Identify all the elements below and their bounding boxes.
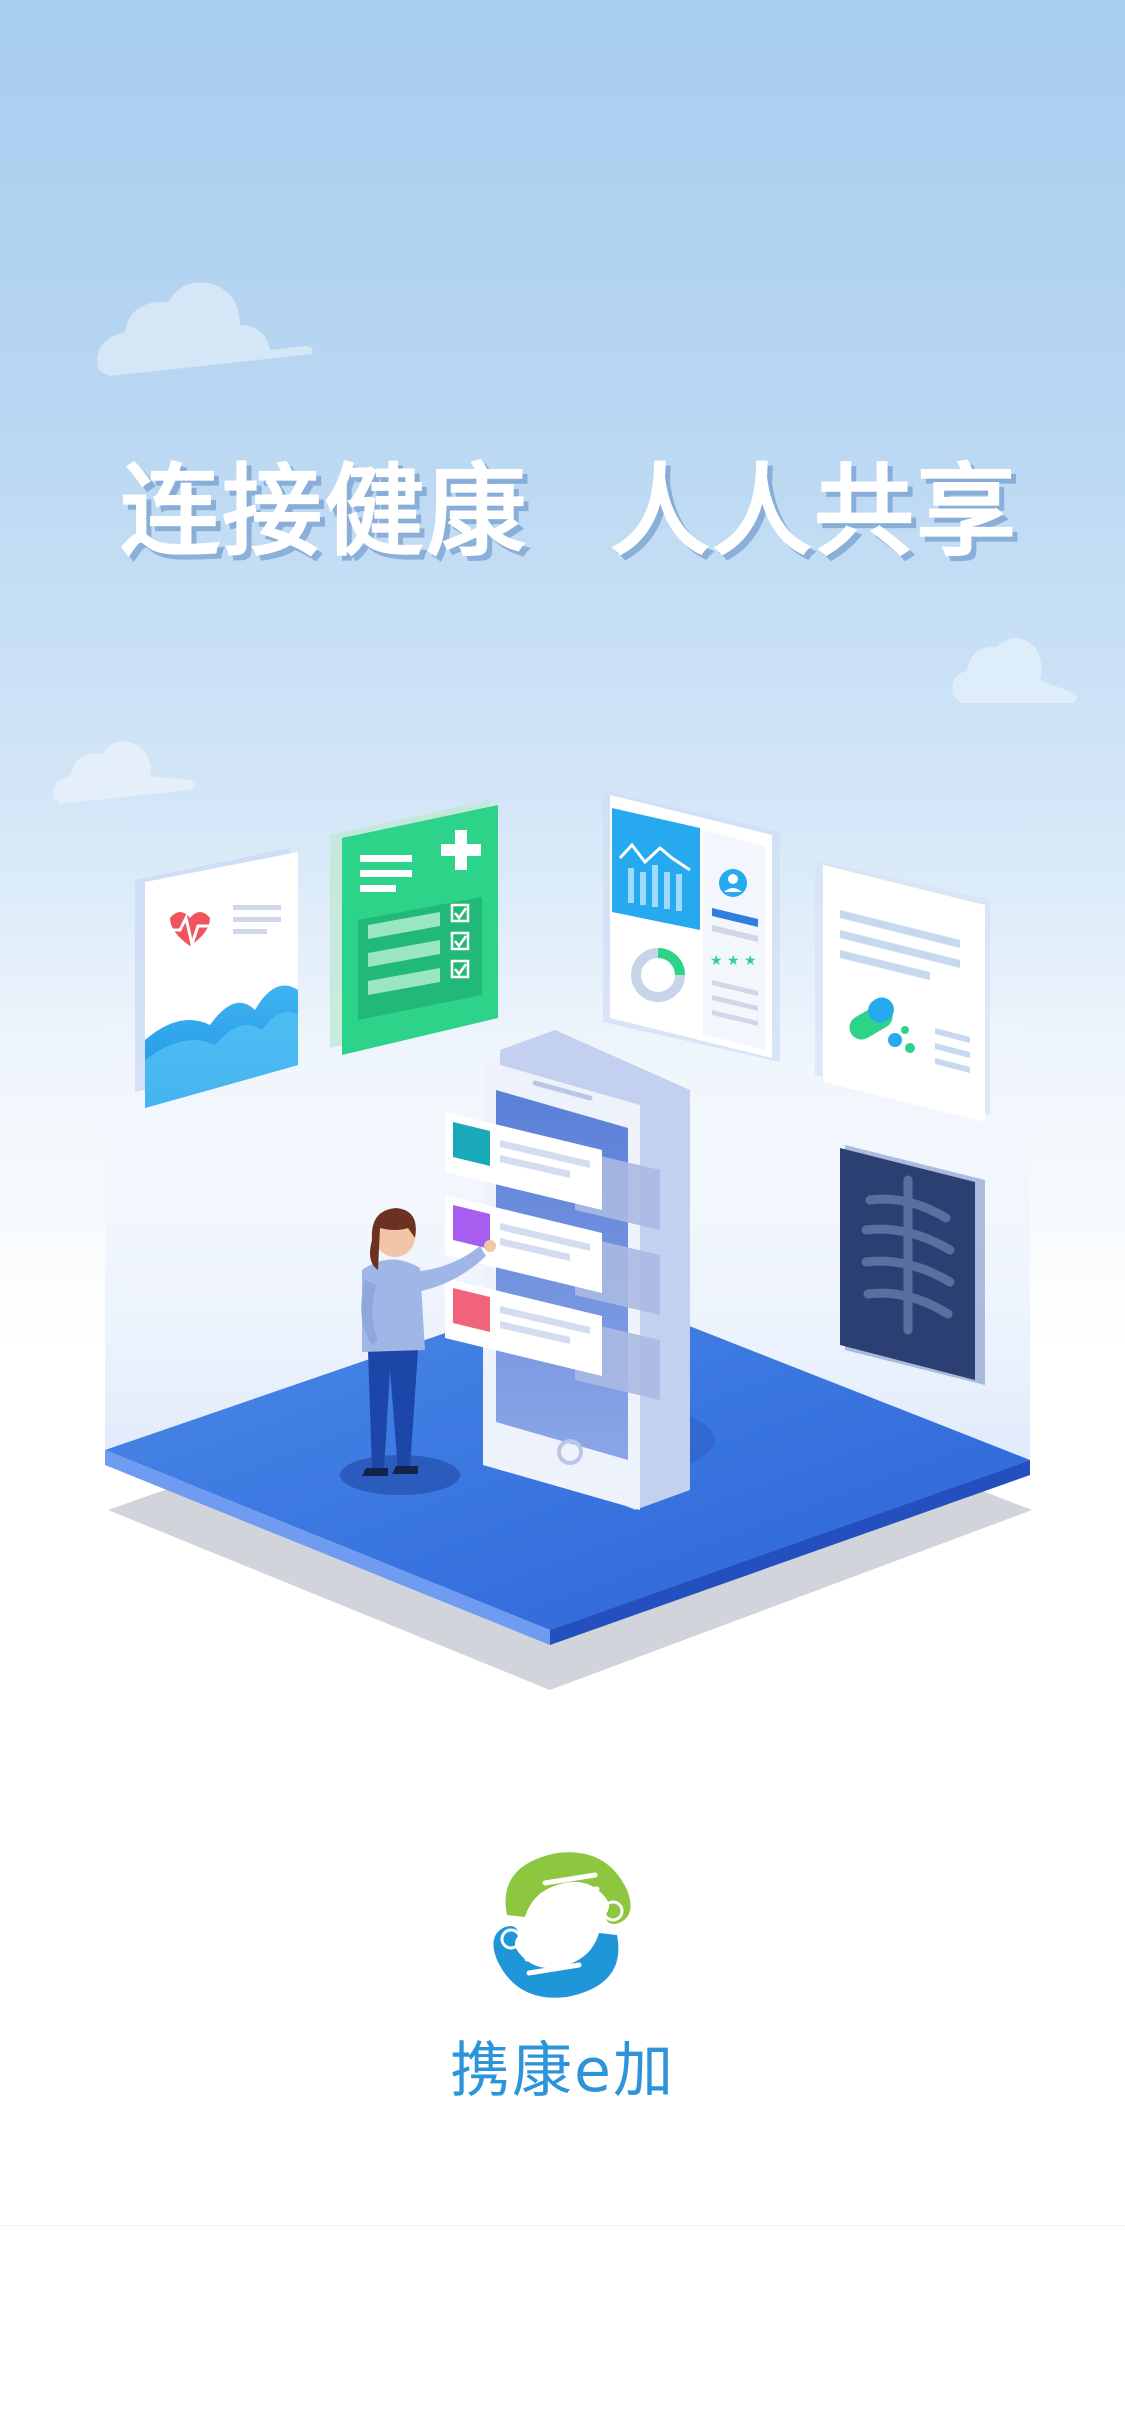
splash-screen: 连接健康 人人共享 ★ ★ ★ 携康e加 — [0, 0, 1125, 2436]
medicine-report-card-icon — [815, 860, 990, 1122]
cloud-icon — [97, 282, 313, 376]
brand-logo-icon — [493, 1852, 631, 1998]
svg-text:★ ★ ★: ★ ★ ★ — [710, 953, 757, 969]
xray-card-icon — [840, 1145, 985, 1385]
heart-rate-card-icon — [135, 848, 298, 1108]
bottom-bar — [0, 2225, 1125, 2436]
slogan-right: 人人共享 — [610, 453, 1018, 570]
brand-name: 携康e加 — [450, 2036, 675, 2106]
slogan-left: 连接健康 — [120, 453, 528, 570]
dashboard-card-icon: ★ ★ ★ — [603, 790, 780, 1062]
medical-checklist-card-icon — [330, 800, 498, 1055]
health-illustration: ★ ★ ★ — [105, 790, 1032, 1690]
cloud-icon — [952, 638, 1077, 703]
